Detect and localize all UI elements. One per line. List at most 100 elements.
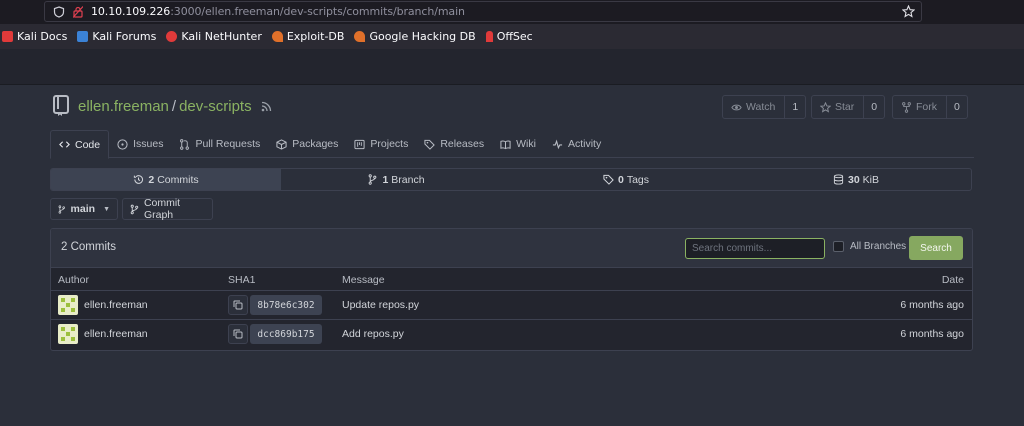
avatar[interactable] [58, 295, 78, 315]
all-branches-label: All Branches [850, 241, 907, 252]
commit-date: 6 months ago [900, 328, 964, 340]
star-count[interactable]: 0 [864, 96, 884, 118]
branch-dropdown[interactable]: main ▼ [50, 198, 118, 220]
tab-projects[interactable]: Projects [346, 130, 416, 158]
ghdb-icon [354, 31, 366, 42]
bookmark-star-icon[interactable] [902, 5, 915, 18]
all-branches-toggle[interactable]: All Branches [833, 241, 906, 252]
tab-wiki[interactable]: Wiki [492, 130, 544, 158]
exploit-db-icon [271, 31, 283, 42]
project-icon [354, 139, 365, 149]
branch-icon [130, 204, 139, 214]
branch-icon [369, 174, 377, 185]
copy-icon [233, 300, 243, 310]
bookmark-google-hacking-db[interactable]: Google Hacking DB [354, 30, 476, 43]
repo-separator: / [171, 97, 177, 115]
bookmark-exploit-db[interactable]: Exploit-DB [271, 30, 344, 43]
repo-name-link[interactable]: dev-scripts [179, 98, 252, 115]
search-commits-input[interactable] [685, 238, 825, 259]
fork-button-group: Fork 0 [892, 95, 968, 119]
commit-graph-button[interactable]: Commit Graph [122, 197, 213, 221]
bookmark-kali-nethunter[interactable]: Kali NetHunter [166, 30, 262, 43]
avatar[interactable] [58, 324, 78, 344]
repo-icon [53, 95, 69, 116]
commit-graph-label: Commit Graph [143, 197, 181, 221]
table-row: ellen.freeman dcc869b175 Add repos.py 6 … [51, 320, 972, 349]
stat-tags[interactable]: 0 Tags [511, 169, 741, 190]
commit-message[interactable]: Add repos.py [342, 328, 404, 340]
browser-toolbar: 10.10.109.226:3000/ellen.freeman/dev-scr… [0, 0, 1024, 24]
column-date: Date [941, 274, 964, 286]
commits-table-header: Author SHA1 Message Date [51, 268, 972, 291]
bookmark-kali-forums[interactable]: Kali Forums [77, 30, 156, 43]
commits-count-title: 2 Commits [61, 241, 116, 253]
commit-message[interactable]: Update repos.py [342, 299, 419, 311]
watch-count[interactable]: 1 [785, 96, 805, 118]
star-icon [820, 101, 831, 113]
stat-size[interactable]: 30 KiB [741, 169, 971, 190]
book-icon [500, 139, 511, 149]
url-bar[interactable]: 10.10.109.226:3000/ellen.freeman/dev-scr… [44, 1, 922, 22]
star-button[interactable]: Star [812, 96, 865, 118]
fork-icon [902, 101, 911, 113]
fork-button[interactable]: Fork [893, 96, 947, 118]
repo-owner-link[interactable]: ellen.freeman [78, 98, 169, 115]
watch-button-group: Watch 1 [722, 95, 807, 119]
history-icon [134, 175, 144, 184]
commits-box-header: 2 Commits All Branches Search [51, 229, 972, 268]
pulse-icon [552, 139, 563, 149]
package-icon [276, 138, 287, 150]
pull-request-icon [180, 138, 190, 150]
tab-releases[interactable]: Releases [416, 130, 492, 158]
column-message: Message [342, 274, 385, 286]
copy-sha-button[interactable] [228, 295, 248, 315]
tab-issues[interactable]: Issues [109, 130, 171, 158]
stat-branches[interactable]: 1 Branch [281, 169, 511, 190]
repo-title: ellen.freeman / dev-scripts [78, 98, 252, 115]
commits-box: 2 Commits All Branches Search Author SHA… [50, 228, 973, 351]
star-button-group: Star 0 [811, 95, 886, 119]
kali-forums-icon [77, 31, 89, 42]
rss-icon[interactable] [261, 101, 272, 112]
kali-nethunter-icon [166, 31, 178, 42]
kali-docs-icon [2, 31, 13, 42]
commit-sha-link[interactable]: 8b78e6c302 [250, 295, 322, 315]
issue-icon [117, 138, 128, 150]
eye-icon [731, 104, 742, 110]
offsec-icon [485, 31, 493, 42]
tab-packages[interactable]: Packages [268, 130, 346, 158]
fork-count[interactable]: 0 [947, 96, 967, 118]
tab-code[interactable]: Code [50, 130, 110, 159]
shield-icon[interactable] [53, 5, 65, 18]
stat-commits[interactable]: 2 Commits [51, 169, 281, 190]
bookmark-kali-docs[interactable]: Kali Docs [2, 30, 67, 43]
repo-tabs: Code Issues Pull Requests Packages Proje… [50, 130, 974, 159]
branch-icon [58, 204, 65, 214]
tab-activity[interactable]: Activity [544, 130, 609, 158]
copy-sha-button[interactable] [228, 324, 248, 344]
repo-stats-bar: 2 Commits 1 Branch 0 Tags 30 KiB [50, 168, 972, 191]
gitea-navbar [0, 49, 1024, 85]
tab-pull-requests[interactable]: Pull Requests [171, 130, 268, 158]
commit-author[interactable]: ellen.freeman [84, 328, 148, 340]
insecure-lock-icon[interactable] [73, 5, 83, 18]
column-author: Author [58, 274, 89, 286]
search-button[interactable]: Search [909, 236, 963, 260]
current-branch: main [70, 203, 96, 215]
bookmarks-bar: Kali Docs Kali Forums Kali NetHunter Exp… [0, 24, 1024, 49]
repo-header: ellen.freeman / dev-scripts [52, 95, 272, 117]
table-row: ellen.freeman 8b78e6c302 Update repos.py… [51, 291, 972, 320]
code-icon [59, 141, 70, 148]
commit-sha-link[interactable]: dcc869b175 [250, 324, 322, 344]
bookmark-offsec[interactable]: OffSec [485, 30, 533, 43]
watch-button[interactable]: Watch [723, 96, 786, 118]
tag-icon [603, 174, 614, 185]
tag-icon [424, 139, 436, 150]
column-sha: SHA1 [228, 274, 256, 286]
chevron-down-icon: ▼ [103, 205, 110, 213]
commit-date: 6 months ago [900, 299, 964, 311]
url-text: 10.10.109.226:3000/ellen.freeman/dev-scr… [91, 5, 465, 18]
all-branches-checkbox[interactable] [833, 241, 844, 252]
copy-icon [233, 329, 243, 339]
commit-author[interactable]: ellen.freeman [84, 299, 148, 311]
